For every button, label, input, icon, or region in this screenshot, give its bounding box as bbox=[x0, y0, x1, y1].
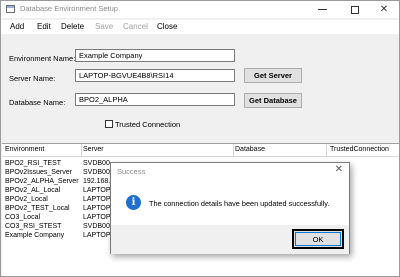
ok-button[interactable]: OK bbox=[292, 229, 344, 249]
menu-cancel[interactable]: Cancel bbox=[122, 22, 149, 31]
server-name-field[interactable]: LAPTOP-BGVUE4B8\RSI14 bbox=[75, 69, 235, 82]
minimize-icon bbox=[317, 9, 327, 10]
server-cell: SVDB00 bbox=[83, 160, 110, 167]
success-dialog: Success ✕ i The connection details have … bbox=[110, 162, 350, 254]
server-cell: LAPTOP bbox=[83, 187, 111, 194]
menu-edit[interactable]: Edit bbox=[36, 22, 52, 31]
maximize-icon bbox=[351, 5, 359, 14]
column-header-environment[interactable]: Environment bbox=[5, 146, 44, 153]
column-divider[interactable] bbox=[81, 144, 82, 157]
dialog-title: Success bbox=[117, 167, 146, 176]
info-glyph: i bbox=[131, 197, 136, 208]
grid-header: Environment Server Database TrustedConne… bbox=[2, 144, 399, 157]
environment-cell: BPO2_RSI_TEST bbox=[5, 160, 62, 167]
menu-save[interactable]: Save bbox=[94, 22, 114, 31]
environment-cell: CO3_Local bbox=[5, 214, 41, 221]
get-database-button[interactable]: Get Database bbox=[244, 93, 302, 108]
focus-ring bbox=[295, 232, 341, 246]
trusted-connection-label: Trusted Connection bbox=[115, 120, 181, 129]
menu-delete[interactable]: Delete bbox=[60, 22, 85, 31]
server-cell: LAPTOP bbox=[83, 196, 111, 203]
column-header-server[interactable]: Server bbox=[83, 146, 104, 153]
server-cell: LAPTOP bbox=[83, 232, 111, 239]
minimize-button[interactable] bbox=[305, 1, 339, 18]
close-window-button[interactable]: ✕ bbox=[367, 1, 399, 18]
environment-cell: CO3_RSI_STEST bbox=[5, 223, 62, 230]
column-header-trusted-connection[interactable]: TrustedConnection bbox=[330, 146, 389, 153]
dialog-close-button[interactable]: ✕ bbox=[335, 164, 343, 175]
info-icon: i bbox=[126, 195, 141, 210]
environment-name-label: Environment Name: bbox=[9, 54, 76, 63]
get-server-button[interactable]: Get Server bbox=[244, 68, 302, 83]
environment-cell: BPOv2_AL_Local bbox=[5, 187, 61, 194]
menu-add[interactable]: Add bbox=[9, 22, 25, 31]
environment-cell: BPOv2Issues_Server bbox=[5, 169, 72, 176]
server-name-label: Server Name: bbox=[9, 74, 56, 83]
window-title: Database Environment Setup bbox=[20, 4, 118, 13]
menu-bar: Add Edit Delete Save Cancel Close bbox=[1, 20, 399, 34]
close-icon: ✕ bbox=[379, 4, 389, 15]
title-bar: Database Environment Setup ✕ bbox=[1, 1, 399, 18]
trusted-connection-checkbox[interactable] bbox=[105, 120, 113, 128]
database-name-label: Database Name: bbox=[9, 98, 66, 107]
dialog-message: The connection details have been updated… bbox=[149, 199, 330, 208]
environment-name-field[interactable]: Example Company bbox=[75, 49, 235, 62]
server-cell: 192.168. bbox=[83, 178, 111, 185]
environment-cell: BPOv2_ALPHA_Server bbox=[5, 178, 79, 185]
server-cell: LAPTOP bbox=[83, 214, 111, 221]
server-cell: SVDB00 bbox=[83, 223, 110, 230]
close-icon: ✕ bbox=[334, 164, 343, 175]
server-cell: LAPTOP bbox=[83, 205, 111, 212]
menu-close[interactable]: Close bbox=[156, 22, 178, 31]
column-header-database[interactable]: Database bbox=[235, 146, 265, 153]
database-name-field[interactable]: BPO2_ALPHA bbox=[75, 93, 235, 106]
column-divider[interactable] bbox=[326, 144, 327, 157]
environment-cell: BPOv2_TEST_Local bbox=[5, 205, 70, 212]
environment-cell: Example Company bbox=[5, 232, 65, 239]
environment-cell: BPOv2_Local bbox=[5, 196, 48, 203]
main-window: Database Environment Setup ✕ Add Edit De… bbox=[0, 0, 400, 277]
app-window-icon bbox=[6, 5, 15, 13]
column-divider[interactable] bbox=[233, 144, 234, 157]
server-cell: SVDB00 bbox=[83, 169, 110, 176]
